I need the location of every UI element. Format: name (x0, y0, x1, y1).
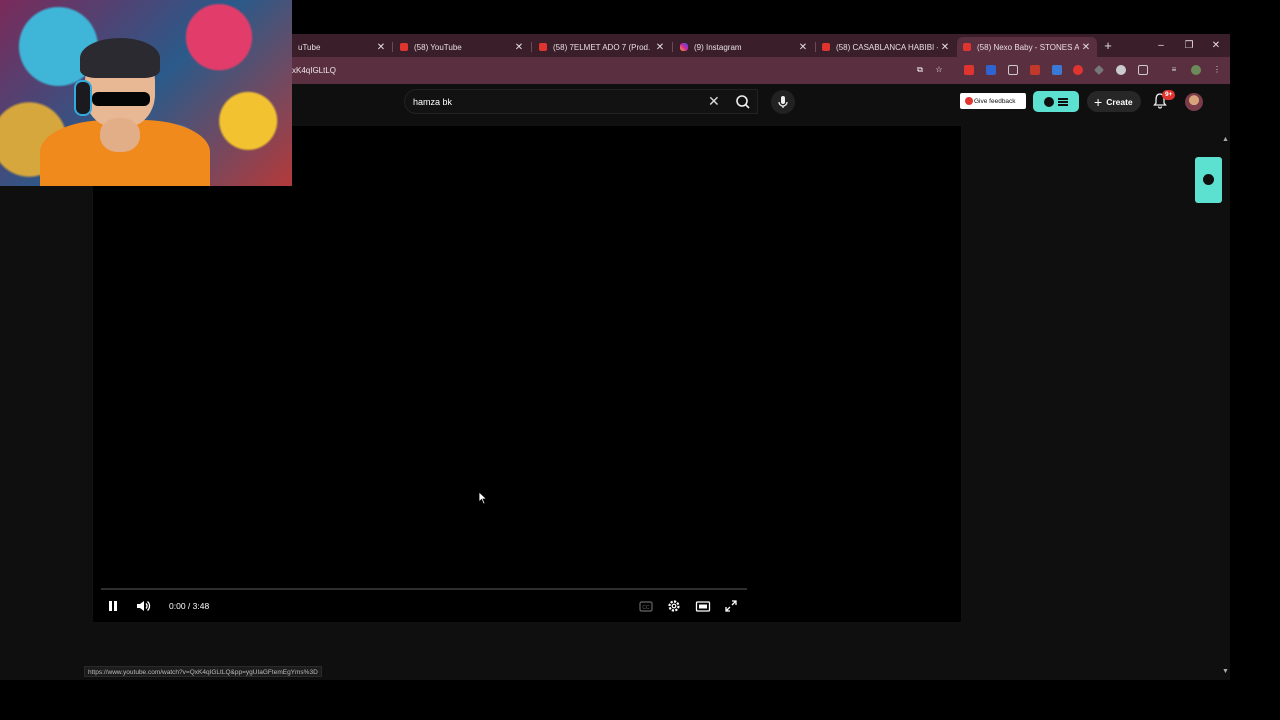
close-icon[interactable]: ✕ (938, 42, 952, 53)
video-player[interactable]: 0:00 / 3:48 CC (92, 125, 962, 623)
extension-icon[interactable] (1030, 65, 1040, 75)
tab-7elmet[interactable]: (58) 7ELMET ADO 7 (Prod. By Y ✕ (533, 37, 671, 57)
tab-title: (58) 7ELMET ADO 7 (Prod. By Y (553, 42, 653, 52)
tab-title: (58) YouTube (414, 42, 462, 52)
extension-icon[interactable] (1008, 65, 1018, 75)
search-box[interactable]: hamza bk ✕ (404, 89, 758, 114)
youtube-icon (539, 43, 547, 51)
player-controls: 0:00 / 3:48 CC (93, 594, 963, 622)
volume-icon (137, 601, 151, 611)
pause-icon (109, 601, 117, 611)
fullscreen-button[interactable] (721, 596, 741, 616)
streamer-hair (80, 38, 160, 78)
media-icon[interactable]: ≡ (1169, 65, 1179, 75)
profile-icon[interactable] (1191, 65, 1201, 75)
hamburger-icon (1058, 97, 1068, 106)
tab-title: uTube (298, 42, 321, 52)
theater-icon (695, 601, 711, 612)
tab-divider (672, 42, 673, 52)
avatar[interactable] (1185, 93, 1203, 111)
captions-icon: CC (639, 601, 653, 612)
clear-search-icon[interactable]: ✕ (708, 93, 720, 110)
give-feedback-button[interactable]: Give feedback (960, 93, 1026, 109)
create-label: Create (1106, 96, 1133, 107)
webcam-overlay (0, 0, 292, 186)
extension-icon[interactable] (1073, 65, 1083, 75)
puzzle-icon[interactable] (1138, 65, 1148, 75)
close-icon[interactable]: ✕ (653, 42, 667, 53)
extension-menu-button[interactable] (1033, 91, 1079, 112)
search-icon (736, 95, 750, 109)
gear-icon (668, 600, 680, 612)
svg-text:CC: CC (642, 605, 650, 611)
scroll-down-icon[interactable]: ▼ (1222, 668, 1229, 675)
extension-icon[interactable] (964, 65, 974, 75)
tab-title: (58) CASABLANCA HABIBI - Ne (836, 42, 938, 52)
close-icon[interactable]: ✕ (512, 42, 526, 53)
youtube-icon (400, 43, 408, 51)
progress-bar[interactable] (101, 588, 747, 590)
instagram-icon (680, 43, 688, 51)
close-icon[interactable]: ✕ (796, 42, 810, 53)
youtube-icon (963, 43, 971, 51)
streamer-sunglasses (92, 92, 150, 106)
tab-divider (531, 42, 532, 52)
extension-icon[interactable] (986, 65, 996, 75)
extension-side-tab[interactable] (1195, 157, 1222, 203)
scroll-up-icon[interactable]: ▲ (1222, 136, 1229, 143)
kebab-menu-icon[interactable]: ⋮ (1212, 65, 1222, 75)
close-window-icon[interactable]: ✕ (1206, 38, 1226, 54)
volume-button[interactable] (133, 596, 153, 616)
youtube-icon (822, 43, 830, 51)
streamer-hand (100, 118, 140, 152)
create-button[interactable]: + Create (1087, 91, 1141, 112)
search-button[interactable] (730, 90, 756, 114)
new-tab-button[interactable]: + (1101, 38, 1115, 54)
extension-logo-icon (1044, 96, 1054, 107)
fullscreen-icon (725, 600, 737, 612)
voice-search-button[interactable] (771, 90, 795, 114)
microphone-icon (778, 96, 788, 108)
theater-mode-button[interactable] (693, 596, 713, 616)
bookmark-star-icon[interactable]: ☆ (934, 65, 944, 75)
plus-icon: + (1094, 93, 1103, 110)
notification-badge: 9+ (1162, 90, 1176, 100)
tab-youtube-1[interactable]: uTube ✕ (292, 37, 392, 57)
tab-youtube-2[interactable]: (58) YouTube ✕ (394, 37, 530, 57)
pause-button[interactable] (103, 596, 123, 616)
close-icon[interactable]: ✕ (1079, 42, 1093, 53)
search-input[interactable]: hamza bk (413, 97, 452, 107)
tab-title: (9) Instagram (694, 42, 742, 52)
tab-instagram[interactable]: (9) Instagram ✕ (674, 37, 814, 57)
status-bar-url: https://www.youtube.com/watch?v=QxK4qIGL… (84, 666, 322, 677)
extension-icon[interactable] (1094, 65, 1104, 75)
tab-casablanca[interactable]: (58) CASABLANCA HABIBI - Ne ✕ (816, 37, 956, 57)
feedback-label: Give feedback (974, 97, 1016, 105)
tab-nexo-baby[interactable]: (58) Nexo Baby - STONES AREN ✕ (957, 37, 1097, 57)
settings-button[interactable] (664, 596, 684, 616)
tab-title: (58) Nexo Baby - STONES AREN (977, 42, 1079, 52)
minimize-icon[interactable]: – (1151, 38, 1171, 54)
tab-divider (392, 42, 393, 52)
time-display: 0:00 / 3:48 (169, 601, 210, 611)
close-icon[interactable]: ✕ (374, 42, 388, 53)
url-field[interactable]: xK4qIGLtLQ (292, 66, 336, 75)
mouse-cursor-icon (478, 491, 488, 505)
extension-icon[interactable] (1116, 65, 1126, 75)
install-app-icon[interactable]: ⧉ (915, 65, 925, 75)
subtitles-button[interactable]: CC (636, 596, 656, 616)
restore-icon[interactable]: ❐ (1179, 38, 1199, 54)
extension-icon[interactable] (1052, 65, 1062, 75)
headset-icon (74, 80, 92, 116)
